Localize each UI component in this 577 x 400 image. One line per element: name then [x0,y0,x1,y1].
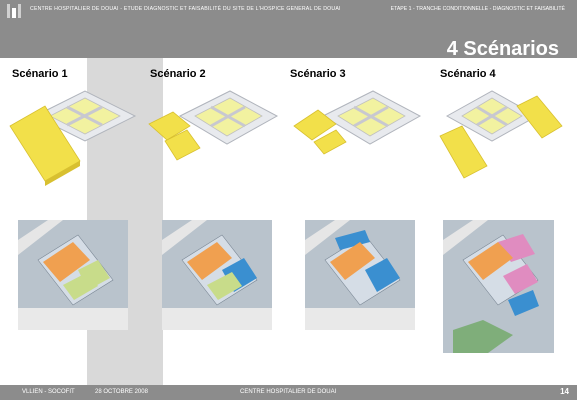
scenario-2-plan-image [162,220,272,330]
scenario-3-title: Scénario 3 [290,68,346,80]
scenario-3-axonometric-image [293,90,422,155]
header-project-title: CENTRE HOSPITALIER DE DOUAI - ETUDE DIAG… [30,6,341,12]
header-phase: ETAPE 1 - TRANCHE CONDITIONNELLE - DIAGN… [390,6,565,12]
scenario-1-plan-image [18,220,128,330]
scenario-4-plan-image [443,220,554,353]
hospital-logo-icon [7,4,21,18]
scenario-4-title: Scénario 4 [440,68,496,80]
scenario-4-axonometric-image [439,90,563,179]
scenario-3-plan-image [305,220,415,330]
footer-center-title: CENTRE HOSPITALIER DE DOUAI [240,389,337,395]
scenario-2-title: Scénario 2 [150,68,206,80]
scenario-1-axonometric-image [9,90,137,186]
footer-date: 28 OCTOBRE 2008 [95,389,148,395]
scenario-2-axonometric-image [148,90,279,161]
scenario-1-title: Scénario 1 [12,68,68,80]
footer-author: VLLIEN - SOCOFIT [22,389,75,395]
page-title: 4 Scénarios [446,38,559,60]
page-number: 14 [560,387,569,396]
header-bar: CENTRE HOSPITALIER DE DOUAI - ETUDE DIAG… [0,0,577,22]
